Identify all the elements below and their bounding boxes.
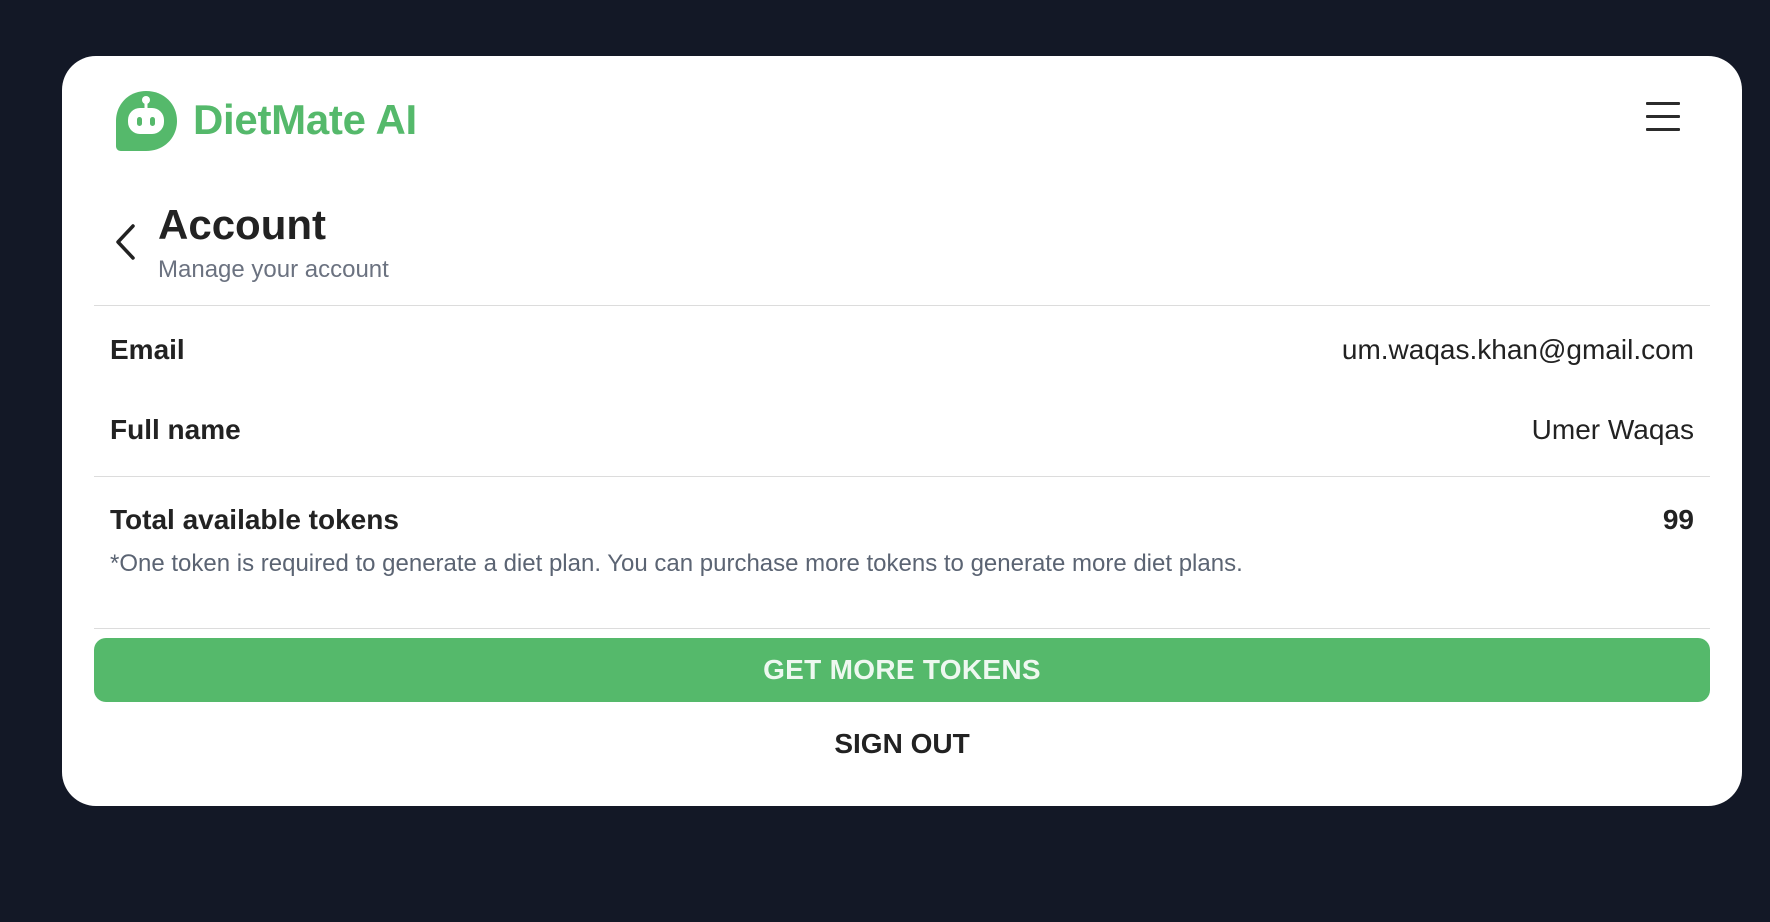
sign-out-button[interactable]: SIGN OUT	[94, 724, 1710, 764]
account-card: DietMate AI Account Manage your account …	[62, 56, 1742, 806]
divider	[94, 476, 1710, 477]
robot-chat-bubble-icon	[116, 91, 177, 151]
tokens-label: Total available tokens	[110, 504, 399, 535]
email-value: um.waqas.khan@gmail.com	[1341, 334, 1694, 365]
hamburger-menu-icon[interactable]	[1646, 101, 1682, 131]
page-subtitle: Manage your account	[158, 256, 389, 283]
divider	[94, 628, 1710, 629]
get-more-tokens-button[interactable]: GET MORE TOKENS	[94, 638, 1710, 702]
page-title: Account	[158, 201, 326, 248]
email-label: Email	[110, 334, 185, 365]
tokens-note: *One token is required to generate a die…	[110, 550, 1243, 577]
chevron-left-icon[interactable]	[108, 221, 142, 263]
brand[interactable]: DietMate AI	[113, 86, 417, 154]
brand-name: DietMate AI	[193, 96, 417, 143]
tokens-count: 99	[1662, 504, 1694, 535]
divider	[94, 305, 1710, 306]
fullname-label: Full name	[110, 414, 241, 445]
fullname-value: Umer Waqas	[1531, 414, 1694, 445]
